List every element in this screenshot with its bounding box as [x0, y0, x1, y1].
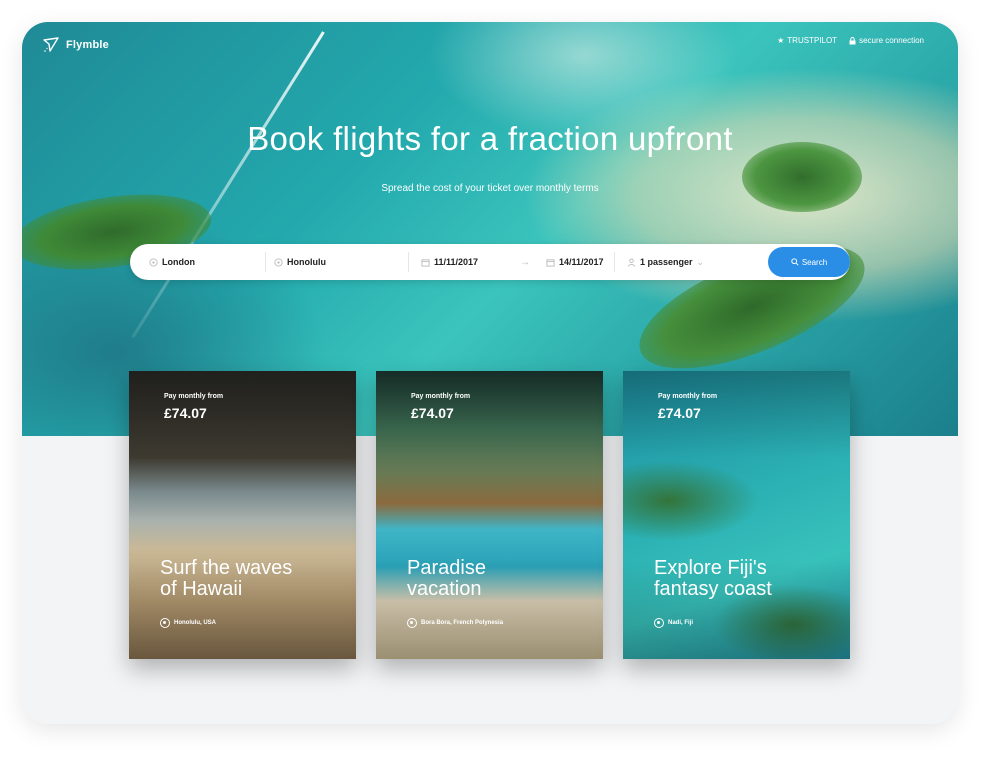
- return-date-value: 14/11/2017: [559, 257, 604, 267]
- card-title-line: of Hawaii: [160, 578, 243, 600]
- search-icon: [791, 258, 799, 266]
- card-title: Paradise vacation: [407, 558, 597, 600]
- person-icon: [626, 257, 636, 267]
- secure-connection-label: secure connection: [859, 36, 924, 45]
- browser-frame: Flymble ★ TRUSTPILOT secure connection B…: [22, 22, 958, 724]
- brand-name: Flymble: [66, 39, 109, 51]
- calendar-icon: [545, 257, 555, 267]
- brand-logo[interactable]: Flymble: [42, 36, 109, 54]
- card-title-line: Surf the waves: [160, 557, 293, 579]
- trustpilot-badge[interactable]: ★ TRUSTPILOT: [777, 36, 837, 45]
- card-location: Honolulu, USA: [160, 618, 216, 628]
- hero-subtitle: Spread the cost of your ticket over mont…: [381, 183, 599, 194]
- destination-field[interactable]: Honolulu: [273, 244, 403, 280]
- card-title: Explore Fiji's fantasy coast: [654, 558, 844, 600]
- arrow-right-icon: →: [520, 256, 530, 268]
- lock-icon: [849, 36, 856, 44]
- location-pin-icon: [407, 618, 417, 628]
- destination-value: Honolulu: [287, 257, 326, 267]
- search-button[interactable]: Search: [768, 247, 850, 277]
- calendar-icon: [420, 257, 430, 267]
- location-pin-icon: [273, 257, 283, 267]
- header-badges: ★ TRUSTPILOT secure connection: [777, 36, 924, 45]
- search-button-label: Search: [801, 257, 828, 267]
- origin-field[interactable]: London: [148, 244, 258, 280]
- card-title-line: Paradise: [407, 557, 486, 579]
- destination-card-hawaii[interactable]: Pay monthly from £74.07 Surf the waves o…: [129, 371, 356, 659]
- location-pin-icon: [148, 257, 158, 267]
- card-price: £74.07: [411, 405, 454, 421]
- card-location: Bora Bora, French Polynesia: [407, 618, 503, 628]
- pay-monthly-label: Pay monthly from: [411, 393, 471, 400]
- depart-date-field[interactable]: 11/11/2017: [420, 244, 504, 280]
- flight-search-bar: London Honolulu 11/11/2017 → 14/11/2017: [130, 244, 850, 280]
- origin-value: London: [162, 257, 195, 267]
- location-pin-icon: [654, 618, 664, 628]
- trustpilot-label: TRUSTPILOT: [787, 36, 838, 45]
- chevron-down-icon: ⌄: [696, 256, 705, 267]
- field-divider: [614, 252, 615, 272]
- passengers-select[interactable]: 1 passenger ⌄: [626, 244, 726, 280]
- field-divider: [265, 252, 266, 272]
- destination-card-fiji[interactable]: Pay monthly from £74.07 Explore Fiji's f…: [623, 371, 850, 659]
- return-date-field[interactable]: 14/11/2017: [545, 244, 625, 280]
- destination-card-bora-bora[interactable]: Pay monthly from £74.07 Paradise vacatio…: [376, 371, 603, 659]
- pay-monthly-label: Pay monthly from: [658, 393, 718, 400]
- card-title: Surf the waves of Hawaii: [160, 558, 350, 600]
- field-divider: [408, 252, 409, 272]
- pay-monthly-label: Pay monthly from: [164, 393, 224, 400]
- star-icon: ★: [777, 36, 785, 45]
- card-location-label: Nadi, Fiji: [668, 620, 694, 626]
- hero-title: Book flights for a fraction upfront: [247, 120, 733, 157]
- card-location-label: Bora Bora, French Polynesia: [421, 620, 504, 626]
- card-price: £74.07: [658, 405, 701, 421]
- card-title-line: Explore Fiji's: [654, 557, 767, 579]
- depart-date-value: 11/11/2017: [434, 257, 479, 267]
- passengers-value: 1 passenger: [640, 257, 693, 267]
- card-location-label: Honolulu, USA: [174, 620, 216, 626]
- card-title-line: vacation: [407, 578, 482, 600]
- secure-connection-badge: secure connection: [849, 36, 924, 45]
- card-location: Nadi, Fiji: [654, 618, 693, 628]
- card-price: £74.07: [164, 405, 207, 421]
- paper-plane-icon: [43, 37, 59, 52]
- card-title-line: fantasy coast: [654, 578, 772, 600]
- location-pin-icon: [160, 618, 170, 628]
